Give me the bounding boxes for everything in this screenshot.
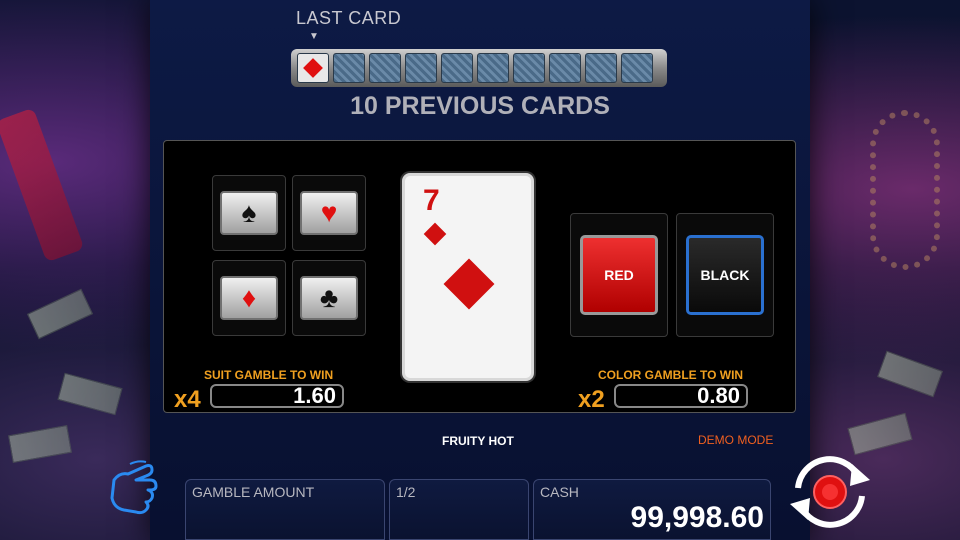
black-button[interactable]: BLACK (686, 235, 764, 315)
gamble-amount-box: GAMBLE AMOUNT (185, 479, 385, 540)
gamble-fraction-label: 1/2 (396, 484, 416, 500)
card-large-diamond-icon (443, 258, 495, 310)
history-card-back (477, 53, 509, 83)
history-card-back (585, 53, 617, 83)
previous-cards-label: 10 PREVIOUS CARDS (350, 92, 610, 120)
diamond-icon: ♦ (220, 276, 278, 320)
history-card-back (513, 53, 545, 83)
history-card-back (333, 53, 365, 83)
suit-gamble-label: SUIT GAMBLE TO WIN (204, 368, 334, 382)
heart-suit-button[interactable]: ♥ (292, 175, 366, 251)
red-button[interactable]: RED (580, 235, 658, 315)
history-card-diamond (297, 53, 329, 83)
gamble-amount-label: GAMBLE AMOUNT (192, 484, 315, 500)
history-card-back (405, 53, 437, 83)
suit-multiplier: x4 (174, 386, 201, 413)
cash-value: 99,998.60 (630, 501, 764, 534)
last-card-arrow-icon: ▼ (309, 31, 319, 42)
demo-mode-label: DEMO MODE (698, 433, 774, 447)
cash-box: CASH 99,998.60 (533, 479, 771, 540)
history-card-back (369, 53, 401, 83)
current-card: 7 (402, 173, 534, 381)
gamble-fraction-box: 1/2 (389, 479, 529, 540)
card-small-diamond-icon (423, 222, 447, 246)
diamond-suit-button[interactable]: ♦ (212, 260, 286, 336)
game-name: FRUITY HOT (442, 434, 514, 448)
decor-pearls (870, 110, 940, 270)
color-win-value: 0.80 (614, 384, 748, 408)
color-multiplier: x2 (578, 386, 605, 413)
black-button-slot: BLACK (676, 213, 774, 337)
history-card-back (621, 53, 653, 83)
hand-gesture-icon[interactable] (106, 460, 162, 520)
spade-suit-button[interactable]: ♠ (212, 175, 286, 251)
history-card-back (549, 53, 581, 83)
cash-label: CASH (540, 484, 579, 500)
last-card-label: LAST CARD (296, 8, 402, 28)
spin-refresh-button[interactable] (778, 452, 882, 532)
history-card-back (441, 53, 473, 83)
suit-win-value: 1.60 (210, 384, 344, 408)
card-rank: 7 (423, 184, 440, 217)
club-icon: ♣ (300, 276, 358, 320)
club-suit-button[interactable]: ♣ (292, 260, 366, 336)
spade-icon: ♠ (220, 191, 278, 235)
gamble-panel: ♠ ♥ ♦ ♣ 7 RED BLACK SUIT GAMBLE TO WIN x… (163, 140, 796, 413)
card-history-bar (291, 49, 667, 87)
color-gamble-label: COLOR GAMBLE TO WIN (598, 368, 744, 382)
red-button-slot: RED (570, 213, 668, 337)
heart-icon: ♥ (300, 191, 358, 235)
